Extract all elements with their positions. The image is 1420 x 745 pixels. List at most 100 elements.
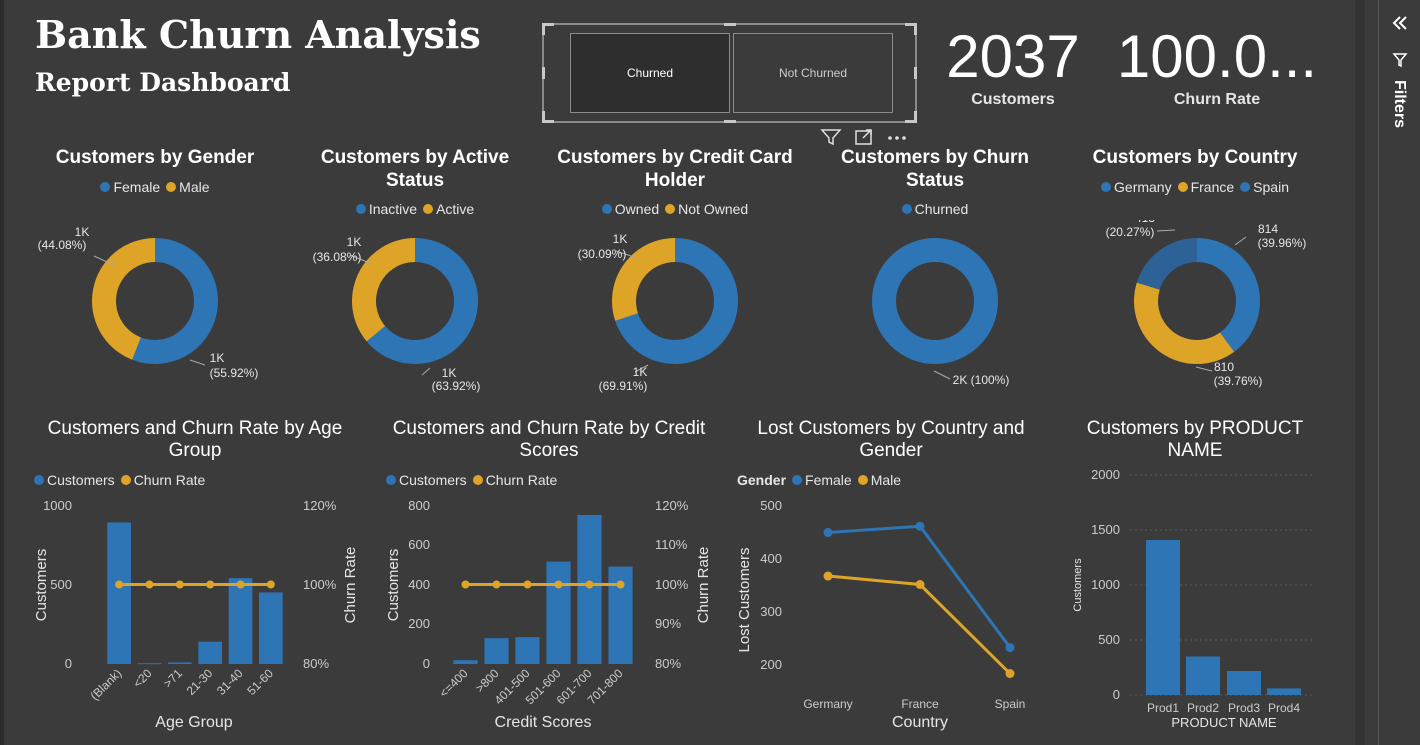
series-line[interactable] <box>827 574 1012 675</box>
bar[interactable] <box>1227 671 1261 695</box>
legend-item[interactable]: Churn Rate <box>472 472 557 488</box>
kpi-label: Customers <box>971 91 1055 108</box>
data-label: 2K (100%) <box>953 373 1010 387</box>
line-point[interactable] <box>915 580 925 589</box>
donut-slice[interactable] <box>1197 238 1261 352</box>
resize-handle[interactable] <box>914 111 917 123</box>
donut-slice[interactable] <box>352 238 415 342</box>
filter-icon[interactable] <box>1392 52 1408 73</box>
legend-item[interactable]: Active <box>423 201 474 217</box>
filters-label[interactable]: Filters <box>1390 80 1408 128</box>
tick-label: 0 <box>1113 687 1120 702</box>
legend-item[interactable]: Female <box>792 472 852 488</box>
legend-item[interactable]: Male <box>166 179 210 195</box>
line-point[interactable] <box>823 528 833 538</box>
resize-handle[interactable] <box>724 23 736 26</box>
resize-handle[interactable] <box>542 111 545 123</box>
tick-label: 300 <box>760 604 782 619</box>
legend-item[interactable]: Churned <box>901 201 968 217</box>
donut-credit-card[interactable] <box>611 238 738 364</box>
line-point[interactable] <box>236 580 245 589</box>
line-point[interactable] <box>1005 669 1015 679</box>
axis-label: PRODUCT NAME <box>1171 715 1277 730</box>
axis-label: Customers <box>33 549 50 622</box>
chart-credit-scores[interactable]: 800 600 400 200 0 120% 110% 100% 90% 80%… <box>370 490 740 740</box>
donut-slice[interactable] <box>1136 238 1197 290</box>
line-point[interactable] <box>585 580 594 589</box>
tick-label: >71 <box>161 666 186 691</box>
legend-item[interactable]: France <box>1177 179 1234 195</box>
bar[interactable] <box>259 592 283 664</box>
bar[interactable] <box>515 637 540 664</box>
collapse-chevrons-icon[interactable] <box>1390 14 1410 37</box>
resize-handle[interactable] <box>542 23 545 35</box>
bar[interactable] <box>1267 688 1301 695</box>
line-point[interactable] <box>554 580 563 589</box>
legend-item[interactable]: Owned <box>601 201 659 217</box>
tick-label: 51-60 <box>244 666 276 698</box>
donut-gender[interactable] <box>91 238 218 364</box>
line-point[interactable] <box>175 580 184 589</box>
bar[interactable] <box>1146 540 1180 695</box>
line-point[interactable] <box>1005 643 1015 653</box>
line-point[interactable] <box>266 580 275 589</box>
chart-title: Customers by Churn Status <box>841 147 1029 191</box>
tick-label: 0 <box>65 656 72 671</box>
chart-age-group[interactable]: 1000 500 0 120% 100% 80% Customers Churn… <box>0 490 370 740</box>
tick-label: 1000 <box>43 498 72 513</box>
tick-label: 80% <box>303 656 329 671</box>
chart-lost-customers[interactable]: 500 400 300 200 Lost Customers Country G… <box>730 490 1070 740</box>
resize-handle[interactable] <box>914 67 917 79</box>
resize-handle[interactable] <box>914 23 917 35</box>
bar[interactable] <box>107 522 131 664</box>
legend-item[interactable]: Male <box>857 472 901 488</box>
kpi-churn-rate: 100.0... Churn Rate <box>1112 22 1322 109</box>
line-point[interactable] <box>461 580 470 589</box>
bar[interactable] <box>1186 656 1220 696</box>
chart-legend: Gender Female Male <box>737 472 901 488</box>
bar[interactable] <box>546 561 571 664</box>
chart-products[interactable]: 2000 1500 1000 500 0 Customers PRODUCT N… <box>1070 460 1320 740</box>
line-point[interactable] <box>115 580 124 589</box>
data-label: 1K <box>613 232 628 246</box>
tick-label: 200 <box>408 616 430 631</box>
donut-slice[interactable] <box>1134 282 1235 365</box>
bar[interactable] <box>137 663 162 665</box>
slicer-option-churned[interactable]: Churned <box>570 33 730 113</box>
donut-churn-status[interactable] <box>872 238 998 364</box>
bar[interactable] <box>198 641 222 664</box>
bar[interactable] <box>453 660 478 664</box>
chart-title: Customers by Country <box>1092 147 1298 168</box>
tick-label: Prod1 <box>1147 701 1179 715</box>
donut-slice[interactable] <box>872 238 998 364</box>
line-point[interactable] <box>145 580 154 589</box>
bar[interactable] <box>577 514 602 664</box>
line-point[interactable] <box>915 521 925 531</box>
chart-legend: Female Male <box>40 179 270 195</box>
axis-label: Lost Customers <box>736 547 753 652</box>
donut-active-status[interactable] <box>352 238 478 364</box>
slicer-option-not-churned[interactable]: Not Churned <box>733 33 893 113</box>
legend-item[interactable]: Customers <box>34 472 115 488</box>
legend-item[interactable]: Churn Rate <box>120 472 205 488</box>
bar[interactable] <box>484 638 509 664</box>
donut-country[interactable] <box>1134 238 1261 365</box>
resize-handle[interactable] <box>724 120 736 123</box>
legend-item[interactable]: Customers <box>386 472 467 488</box>
line-point[interactable] <box>523 580 532 589</box>
legend-item[interactable]: Inactive <box>355 201 417 217</box>
legend-item[interactable]: Female <box>100 179 160 195</box>
bar[interactable] <box>168 662 192 664</box>
line-point[interactable] <box>823 571 833 581</box>
resize-handle[interactable] <box>542 67 545 79</box>
data-label: (30.09%) <box>578 247 627 261</box>
legend-item[interactable]: Germany <box>1101 179 1172 195</box>
line-point[interactable] <box>492 580 501 589</box>
chart-title: Customers by PRODUCT NAME <box>1086 418 1304 461</box>
line-point[interactable] <box>206 580 215 589</box>
filters-pane[interactable]: Filters <box>1378 0 1420 745</box>
legend-item[interactable]: Not Owned <box>665 201 748 217</box>
legend-item[interactable]: Spain <box>1240 179 1289 195</box>
bar[interactable] <box>228 578 253 664</box>
line-point[interactable] <box>616 580 625 589</box>
